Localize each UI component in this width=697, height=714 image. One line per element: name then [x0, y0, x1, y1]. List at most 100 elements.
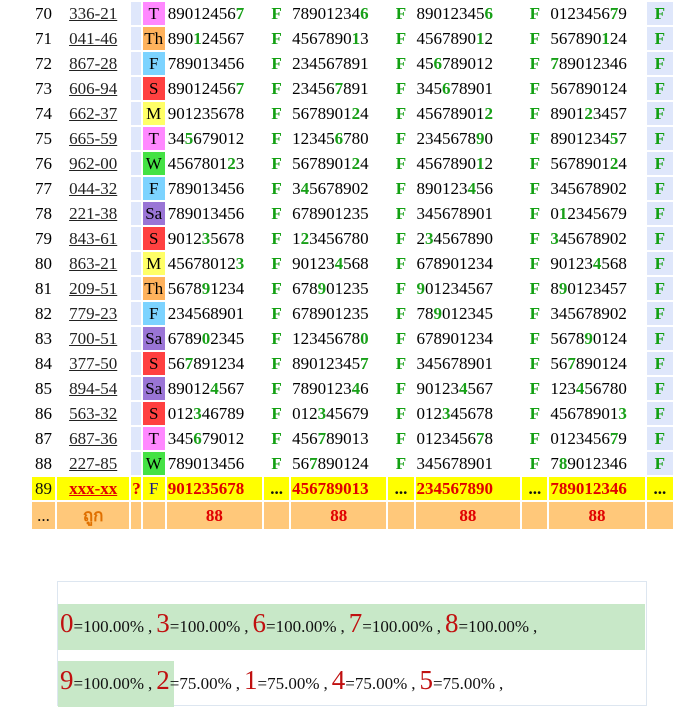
draw-code-link[interactable]: 962-00 [57, 152, 129, 175]
digit: 3 [601, 53, 610, 73]
digit: 7 [218, 403, 228, 423]
digit: 9 [317, 278, 327, 298]
digit: 3 [167, 428, 177, 448]
flag-label: F [395, 328, 407, 348]
stat-digit: 9 [60, 665, 74, 695]
digit: 0 [601, 403, 610, 423]
draw-code-link[interactable]: 044-32 [57, 177, 129, 200]
digit: 5 [425, 103, 434, 123]
draw-code-link[interactable]: 662-37 [57, 102, 129, 125]
draw-code-link[interactable]: 687-36 [57, 427, 129, 450]
day-badge: S [142, 352, 165, 375]
digit: 8 [550, 278, 559, 298]
spacer-cell [131, 152, 141, 175]
digit: 7 [334, 53, 344, 73]
digit: 9 [201, 353, 211, 373]
draw-code-link[interactable]: 227-85 [57, 452, 129, 475]
digit: 3 [210, 203, 219, 223]
draw-code-link[interactable]: 779-23 [57, 302, 129, 325]
digit: 1 [459, 328, 468, 348]
draw-code-link[interactable]: 606-94 [57, 77, 129, 100]
digit: 8 [317, 103, 327, 123]
digit: 8 [193, 278, 202, 298]
row-number: 86 [35, 403, 53, 423]
digit: 9 [218, 303, 228, 323]
draw-code-link[interactable]: 377-50 [57, 352, 129, 375]
digit: 9 [459, 53, 468, 73]
guess-number: 678901235 [291, 202, 386, 225]
digit: 5 [467, 378, 477, 398]
draw-code-link[interactable]: 563-32 [57, 402, 129, 425]
digit: 1 [227, 128, 236, 148]
draw-code-link[interactable]: 700-51 [57, 327, 129, 350]
guess-number: 567890124 [549, 27, 644, 50]
digit: 8 [317, 453, 327, 473]
digit: 5 [343, 253, 352, 273]
digit: 0 [360, 328, 369, 348]
flag-label: F [646, 202, 673, 225]
digit: 1 [176, 403, 185, 423]
day-badge: Th [142, 27, 165, 50]
digit: 8 [201, 253, 211, 273]
draw-code-link[interactable]: 843-61 [57, 227, 129, 250]
digit: 0 [450, 328, 460, 348]
draw-code-link[interactable]: 665-59 [57, 127, 129, 150]
table-row: 71 041-46 Th 890124567 F 456789013 F 456789012 F… [32, 27, 673, 50]
stat-percent: =100.00% [73, 617, 145, 636]
draw-code-link[interactable]: 209-51 [57, 277, 129, 300]
lotto-history-table: 70 336-21 T 890124567 F 789012346 F 890123456 F 0… [30, 0, 675, 531]
digit: 0 [184, 378, 194, 398]
digit: 8 [317, 153, 327, 173]
digit: 6 [442, 203, 451, 223]
day-badge: W [142, 152, 165, 175]
digit: 4 [416, 153, 426, 173]
digit: 7 [450, 453, 460, 473]
draw-code-link[interactable]: xxx-xx [57, 477, 130, 500]
digit: 2 [218, 353, 228, 373]
digit: 4 [459, 378, 468, 398]
digit: 4 [484, 253, 494, 273]
digit: 6 [292, 203, 301, 223]
digit: 4 [334, 253, 344, 273]
row-number: 76 [35, 153, 53, 173]
flag-label: F [271, 403, 282, 423]
digit: 2 [201, 78, 211, 98]
digit: 3 [360, 28, 369, 48]
draw-code-link[interactable]: 336-21 [57, 2, 129, 25]
guess-number: 456780123 [167, 252, 262, 275]
draw-code-link[interactable]: 041-46 [57, 27, 129, 50]
guess-number: 012345679 [549, 427, 644, 450]
digit: 4 [450, 403, 460, 423]
guess-number: 345679012 [167, 427, 262, 450]
spacer-cell [131, 452, 141, 475]
digit: 4 [360, 103, 369, 123]
digit: 4 [601, 128, 610, 148]
digit: 8 [235, 103, 245, 123]
draw-code-link[interactable]: 867-28 [57, 52, 129, 75]
digit: 2 [351, 103, 361, 123]
stat-percent: =100.00% [362, 617, 433, 636]
draw-code-link[interactable]: 221-38 [57, 202, 129, 225]
digit: 6 [484, 3, 494, 23]
digit: 7 [567, 328, 576, 348]
digit: 1 [425, 403, 434, 423]
digit: 7 [235, 3, 245, 23]
summary-empty [131, 502, 141, 529]
digit: 9 [184, 203, 194, 223]
guess-number: 678902345 [167, 327, 262, 350]
digit: 6 [193, 128, 202, 148]
digit: 6 [218, 228, 228, 248]
digit: 5 [459, 428, 468, 448]
stat-separator: , [411, 674, 416, 693]
draw-code-link[interactable]: 894-54 [57, 377, 129, 400]
digit: 5 [425, 53, 434, 73]
digit: 6 [442, 453, 451, 473]
guess-number: 345678901 [416, 202, 521, 225]
digit: 5 [210, 228, 219, 248]
draw-code-link[interactable]: 863-21 [57, 252, 129, 275]
spacer-cell [131, 77, 141, 100]
digit: 2 [201, 28, 211, 48]
digit: 6 [433, 28, 443, 48]
digit: 0 [334, 453, 344, 473]
digit: 4 [235, 278, 245, 298]
